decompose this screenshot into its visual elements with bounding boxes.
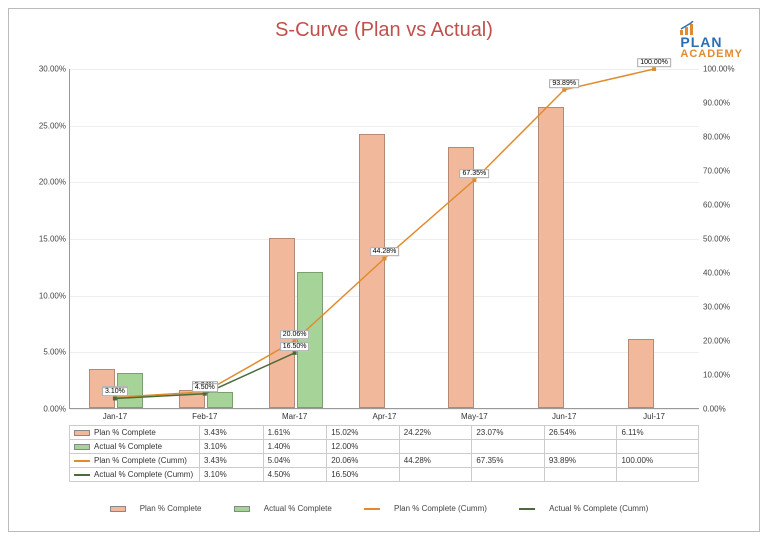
chart-area: 0.00%5.00%10.00%15.00%20.00%25.00%30.00%… <box>69 69 699 409</box>
table-cell: 1.40% <box>263 440 327 454</box>
table-row: Actual % Complete (Cumm)3.10%4.50%16.50% <box>70 468 699 482</box>
table-cell: 5.04% <box>263 454 327 468</box>
logo: PLAN ACADEMY <box>680 21 743 60</box>
table-cell: 23.07% <box>472 426 545 440</box>
plot-region: 0.00%5.00%10.00%15.00%20.00%25.00%30.00%… <box>69 69 699 409</box>
chart-title: S-Curve (Plan vs Actual) <box>9 19 759 42</box>
y-right-tick: 30.00% <box>703 303 749 312</box>
table-cell <box>472 440 545 454</box>
table-cell: 24.22% <box>399 426 472 440</box>
y-right-tick: 20.00% <box>703 337 749 346</box>
y-right-tick: 10.00% <box>703 371 749 380</box>
table-cell <box>399 440 472 454</box>
bar-growth-icon <box>680 21 694 35</box>
y-right-tick: 80.00% <box>703 133 749 142</box>
table-cell: 4.50% <box>263 468 327 482</box>
legend: Plan % Complete Actual % Complete Plan %… <box>9 504 759 513</box>
table-cell: 100.00% <box>617 454 699 468</box>
category-label: Jun-17 <box>534 408 594 421</box>
logo-text-plan: PLAN <box>680 35 743 49</box>
y-right-tick: 50.00% <box>703 235 749 244</box>
y-right-tick: 90.00% <box>703 99 749 108</box>
y-left-tick: 0.00% <box>22 405 66 414</box>
table-cell <box>472 468 545 482</box>
table-cell <box>617 468 699 482</box>
y-left-tick: 10.00% <box>22 291 66 300</box>
table-cell: 15.02% <box>327 426 400 440</box>
table-cell: 16.50% <box>327 468 400 482</box>
table-cell: 20.06% <box>327 454 400 468</box>
data-point-label: 44.28% <box>370 248 400 257</box>
table-row: Plan % Complete3.43%1.61%15.02%24.22%23.… <box>70 426 699 440</box>
data-point-label: 20.06% <box>280 330 310 339</box>
row-header: Actual % Complete (Cumm) <box>70 468 200 482</box>
y-left-tick: 15.00% <box>22 235 66 244</box>
table-cell: 3.10% <box>200 440 264 454</box>
legend-actual-cumm: Actual % Complete (Cumm) <box>519 504 658 513</box>
category-label: May-17 <box>444 408 504 421</box>
y-left-tick: 25.00% <box>22 121 66 130</box>
row-header: Plan % Complete (Cumm) <box>70 454 200 468</box>
data-point-label: 100.00% <box>637 58 671 67</box>
plan-cumm-line <box>115 69 654 397</box>
y-right-tick: 40.00% <box>703 269 749 278</box>
table-cell <box>399 468 472 482</box>
table-cell <box>544 440 617 454</box>
data-point-label: 3.10% <box>102 388 128 397</box>
y-right-tick: 100.00% <box>703 65 749 74</box>
table-cell: 44.28% <box>399 454 472 468</box>
legend-plan-cumm: Plan % Complete (Cumm) <box>364 504 497 513</box>
y-right-tick: 0.00% <box>703 405 749 414</box>
table-row: Plan % Complete (Cumm)3.43%5.04%20.06%44… <box>70 454 699 468</box>
y-left-tick: 30.00% <box>22 65 66 74</box>
legend-actual-bar: Actual % Complete <box>234 504 342 513</box>
table-cell: 67.35% <box>472 454 545 468</box>
table-cell: 1.61% <box>263 426 327 440</box>
category-label: Jan-17 <box>85 408 145 421</box>
table-cell: 3.10% <box>200 468 264 482</box>
y-left-tick: 20.00% <box>22 178 66 187</box>
data-point-label: 16.50% <box>280 342 310 351</box>
category-label: Mar-17 <box>265 408 325 421</box>
table-cell: 93.89% <box>544 454 617 468</box>
table-cell: 26.54% <box>544 426 617 440</box>
data-point-label: 4.50% <box>192 383 218 392</box>
table-cell: 3.43% <box>200 426 264 440</box>
table-cell: 6.11% <box>617 426 699 440</box>
table-cell: 3.43% <box>200 454 264 468</box>
data-table: Plan % Complete3.43%1.61%15.02%24.22%23.… <box>69 425 699 482</box>
category-label: Jul-17 <box>624 408 684 421</box>
chart-frame: PLAN ACADEMY S-Curve (Plan vs Actual) 0.… <box>8 8 760 532</box>
logo-text-academy: ACADEMY <box>680 49 743 60</box>
data-point-label: 67.35% <box>459 169 489 178</box>
row-header: Plan % Complete <box>70 426 200 440</box>
table-cell: 12.00% <box>327 440 400 454</box>
table-cell <box>544 468 617 482</box>
table-cell <box>617 440 699 454</box>
category-label: Apr-17 <box>355 408 415 421</box>
table-row: Actual % Complete3.10%1.40%12.00% <box>70 440 699 454</box>
y-right-tick: 60.00% <box>703 201 749 210</box>
row-header: Actual % Complete <box>70 440 200 454</box>
legend-plan-bar: Plan % Complete <box>110 504 212 513</box>
category-label: Feb-17 <box>175 408 235 421</box>
data-point-label: 93.89% <box>549 79 579 88</box>
y-left-tick: 5.00% <box>22 348 66 357</box>
lines-layer <box>70 69 699 409</box>
y-right-tick: 70.00% <box>703 167 749 176</box>
